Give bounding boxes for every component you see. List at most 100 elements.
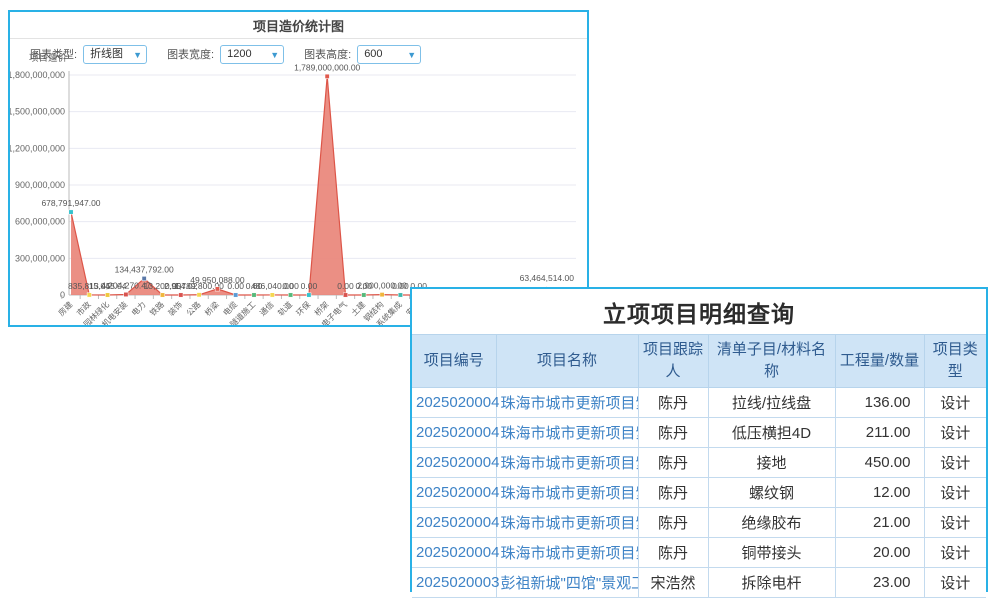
cell-number[interactable]: 2025020004: [412, 507, 496, 537]
data-point-marker[interactable]: [179, 293, 183, 297]
data-point-marker[interactable]: [362, 293, 366, 297]
cell-material: 拉线/拉线盘: [708, 387, 835, 417]
cell-tracker: 陈丹: [638, 537, 708, 567]
chevron-down-icon: ▼: [407, 47, 416, 64]
y-tick-label: 1,500,000,000: [10, 107, 65, 117]
x-category-label: 装饰: [166, 299, 184, 317]
data-point-marker[interactable]: [325, 74, 329, 78]
cell-name[interactable]: 珠海市城市更新项目紫桐: [496, 387, 638, 417]
data-point-marker[interactable]: [380, 292, 384, 296]
column-header-4: 工程量/数量: [835, 335, 924, 388]
table-row: 2025020004珠海市城市更新项目紫桐陈丹绝缘胶布21.00设计: [412, 507, 986, 537]
detail-query-title: 立项项目明细查询: [412, 289, 986, 334]
cell-quantity: 20.00: [835, 537, 924, 567]
cell-name[interactable]: 珠海市城市更新项目紫桐: [496, 507, 638, 537]
y-tick-label: 300,000,000: [15, 253, 65, 263]
y-tick-label: 600,000,000: [15, 217, 65, 227]
cell-type: 设计: [924, 447, 986, 477]
detail-query-window: 立项项目明细查询 项目编号项目名称项目跟踪人清单子目/材料名称工程量/数量项目类…: [410, 287, 988, 592]
data-point-marker[interactable]: [307, 293, 311, 297]
chart-height-select[interactable]: 600 ▼: [357, 45, 421, 64]
cell-number[interactable]: 2025020004: [412, 447, 496, 477]
cell-number[interactable]: 2025020004: [412, 537, 496, 567]
y-tick-label: 900,000,000: [15, 180, 65, 190]
cell-quantity: 450.00: [835, 447, 924, 477]
cell-type: 设计: [924, 387, 986, 417]
chart-window-title: 项目造价统计图: [253, 16, 344, 35]
cell-material: 接地: [708, 447, 835, 477]
cell-name[interactable]: 珠海市城市更新项目紫桐: [496, 447, 638, 477]
chart-type-label: 图表类型:: [30, 46, 77, 62]
data-point-value-label: 63,464,514.00: [520, 273, 575, 283]
chart-width-label: 图表宽度:: [167, 46, 214, 62]
data-point-value-label: 0.00: [282, 281, 299, 291]
data-point-marker[interactable]: [288, 293, 292, 297]
table-row: 2025020003彭祖新城"四馆"景观工程宋浩然拆除电杆23.00设计: [412, 567, 986, 597]
y-tick-label: 1,200,000,000: [10, 143, 65, 153]
chart-height-label: 图表高度:: [304, 46, 351, 62]
table-row: 2025020004珠海市城市更新项目紫桐陈丹拉线/拉线盘136.00设计: [412, 387, 986, 417]
cell-type: 设计: [924, 477, 986, 507]
data-point-value-label: 678,791,947.00: [41, 198, 100, 208]
cell-quantity: 211.00: [835, 417, 924, 447]
cell-material: 螺纹钢: [708, 477, 835, 507]
data-point-marker[interactable]: [343, 293, 347, 297]
data-point-marker[interactable]: [160, 293, 164, 297]
data-point-marker[interactable]: [234, 293, 238, 297]
data-point-marker[interactable]: [398, 293, 402, 297]
data-point-value-label: 134,437,792.00: [115, 265, 174, 275]
x-category-label: 铁路: [148, 299, 166, 317]
chevron-down-icon: ▼: [270, 47, 279, 64]
chart-window: 项目造价统计图 图表类型: 折线图 ▼ 图表宽度: 1200 ▼ 图表高度: 6…: [8, 10, 589, 327]
cell-number[interactable]: 2025020004: [412, 387, 496, 417]
cell-number[interactable]: 2025020003: [412, 567, 496, 597]
data-point-value-label: 0.00: [301, 281, 318, 291]
cell-material: 拆除电杆: [708, 567, 835, 597]
cell-tracker: 陈丹: [638, 387, 708, 417]
cell-type: 设计: [924, 417, 986, 447]
cell-tracker: 宋浩然: [638, 567, 708, 597]
column-header-2: 项目跟踪人: [638, 335, 708, 388]
x-category-label: 桥梁: [202, 299, 220, 317]
table-row: 2025020004珠海市城市更新项目紫桐陈丹接地450.00设计: [412, 447, 986, 477]
chart-window-titlebar: 项目造价统计图: [10, 12, 587, 39]
data-point-marker[interactable]: [215, 287, 219, 291]
cell-name[interactable]: 珠海市城市更新项目紫桐: [496, 537, 638, 567]
table-header-row: 项目编号项目名称项目跟踪人清单子目/材料名称工程量/数量项目类型: [412, 335, 986, 388]
x-category-label: 通信: [257, 299, 275, 317]
table-row: 2025020004珠海市城市更新项目紫桐陈丹低压横担4D211.00设计: [412, 417, 986, 447]
column-header-0: 项目编号: [412, 335, 496, 388]
chart-type-select[interactable]: 折线图 ▼: [83, 45, 147, 64]
cell-tracker: 陈丹: [638, 507, 708, 537]
table-row: 2025020004珠海市城市更新项目紫桐陈丹螺纹钢12.00设计: [412, 477, 986, 507]
data-point-marker[interactable]: [69, 210, 73, 214]
cell-number[interactable]: 2025020004: [412, 477, 496, 507]
x-category-label: 环保: [294, 299, 312, 317]
cell-name[interactable]: 珠海市城市更新项目紫桐: [496, 417, 638, 447]
cell-material: 绝缘胶布: [708, 507, 835, 537]
chart-type-group: 图表类型: 折线图 ▼: [30, 45, 147, 64]
data-point-value-label: 0.00: [392, 281, 409, 291]
data-point-marker[interactable]: [197, 293, 201, 297]
cell-number[interactable]: 2025020004: [412, 417, 496, 447]
y-tick-label: 0: [60, 290, 65, 300]
column-header-3: 清单子目/材料名称: [708, 335, 835, 388]
data-point-marker[interactable]: [252, 293, 256, 297]
cell-type: 设计: [924, 567, 986, 597]
data-point-marker[interactable]: [124, 292, 128, 296]
cell-quantity: 23.00: [835, 567, 924, 597]
data-point-marker[interactable]: [87, 293, 91, 297]
data-point-value-label: 0.00: [227, 281, 244, 291]
chart-width-select[interactable]: 1200 ▼: [220, 45, 284, 64]
chart-height-group: 图表高度: 600 ▼: [304, 45, 421, 64]
cell-name[interactable]: 珠海市城市更新项目紫桐: [496, 477, 638, 507]
y-tick-label: 1,800,000,000: [10, 70, 65, 80]
cell-material: 铜带接头: [708, 537, 835, 567]
cell-name[interactable]: 彭祖新城"四馆"景观工程: [496, 567, 638, 597]
cell-tracker: 陈丹: [638, 447, 708, 477]
cell-tracker: 陈丹: [638, 477, 708, 507]
data-point-marker[interactable]: [270, 293, 274, 297]
cell-type: 设计: [924, 537, 986, 567]
project-detail-table: 项目编号项目名称项目跟踪人清单子目/材料名称工程量/数量项目类型 2025020…: [412, 334, 986, 598]
data-point-marker[interactable]: [105, 293, 109, 297]
